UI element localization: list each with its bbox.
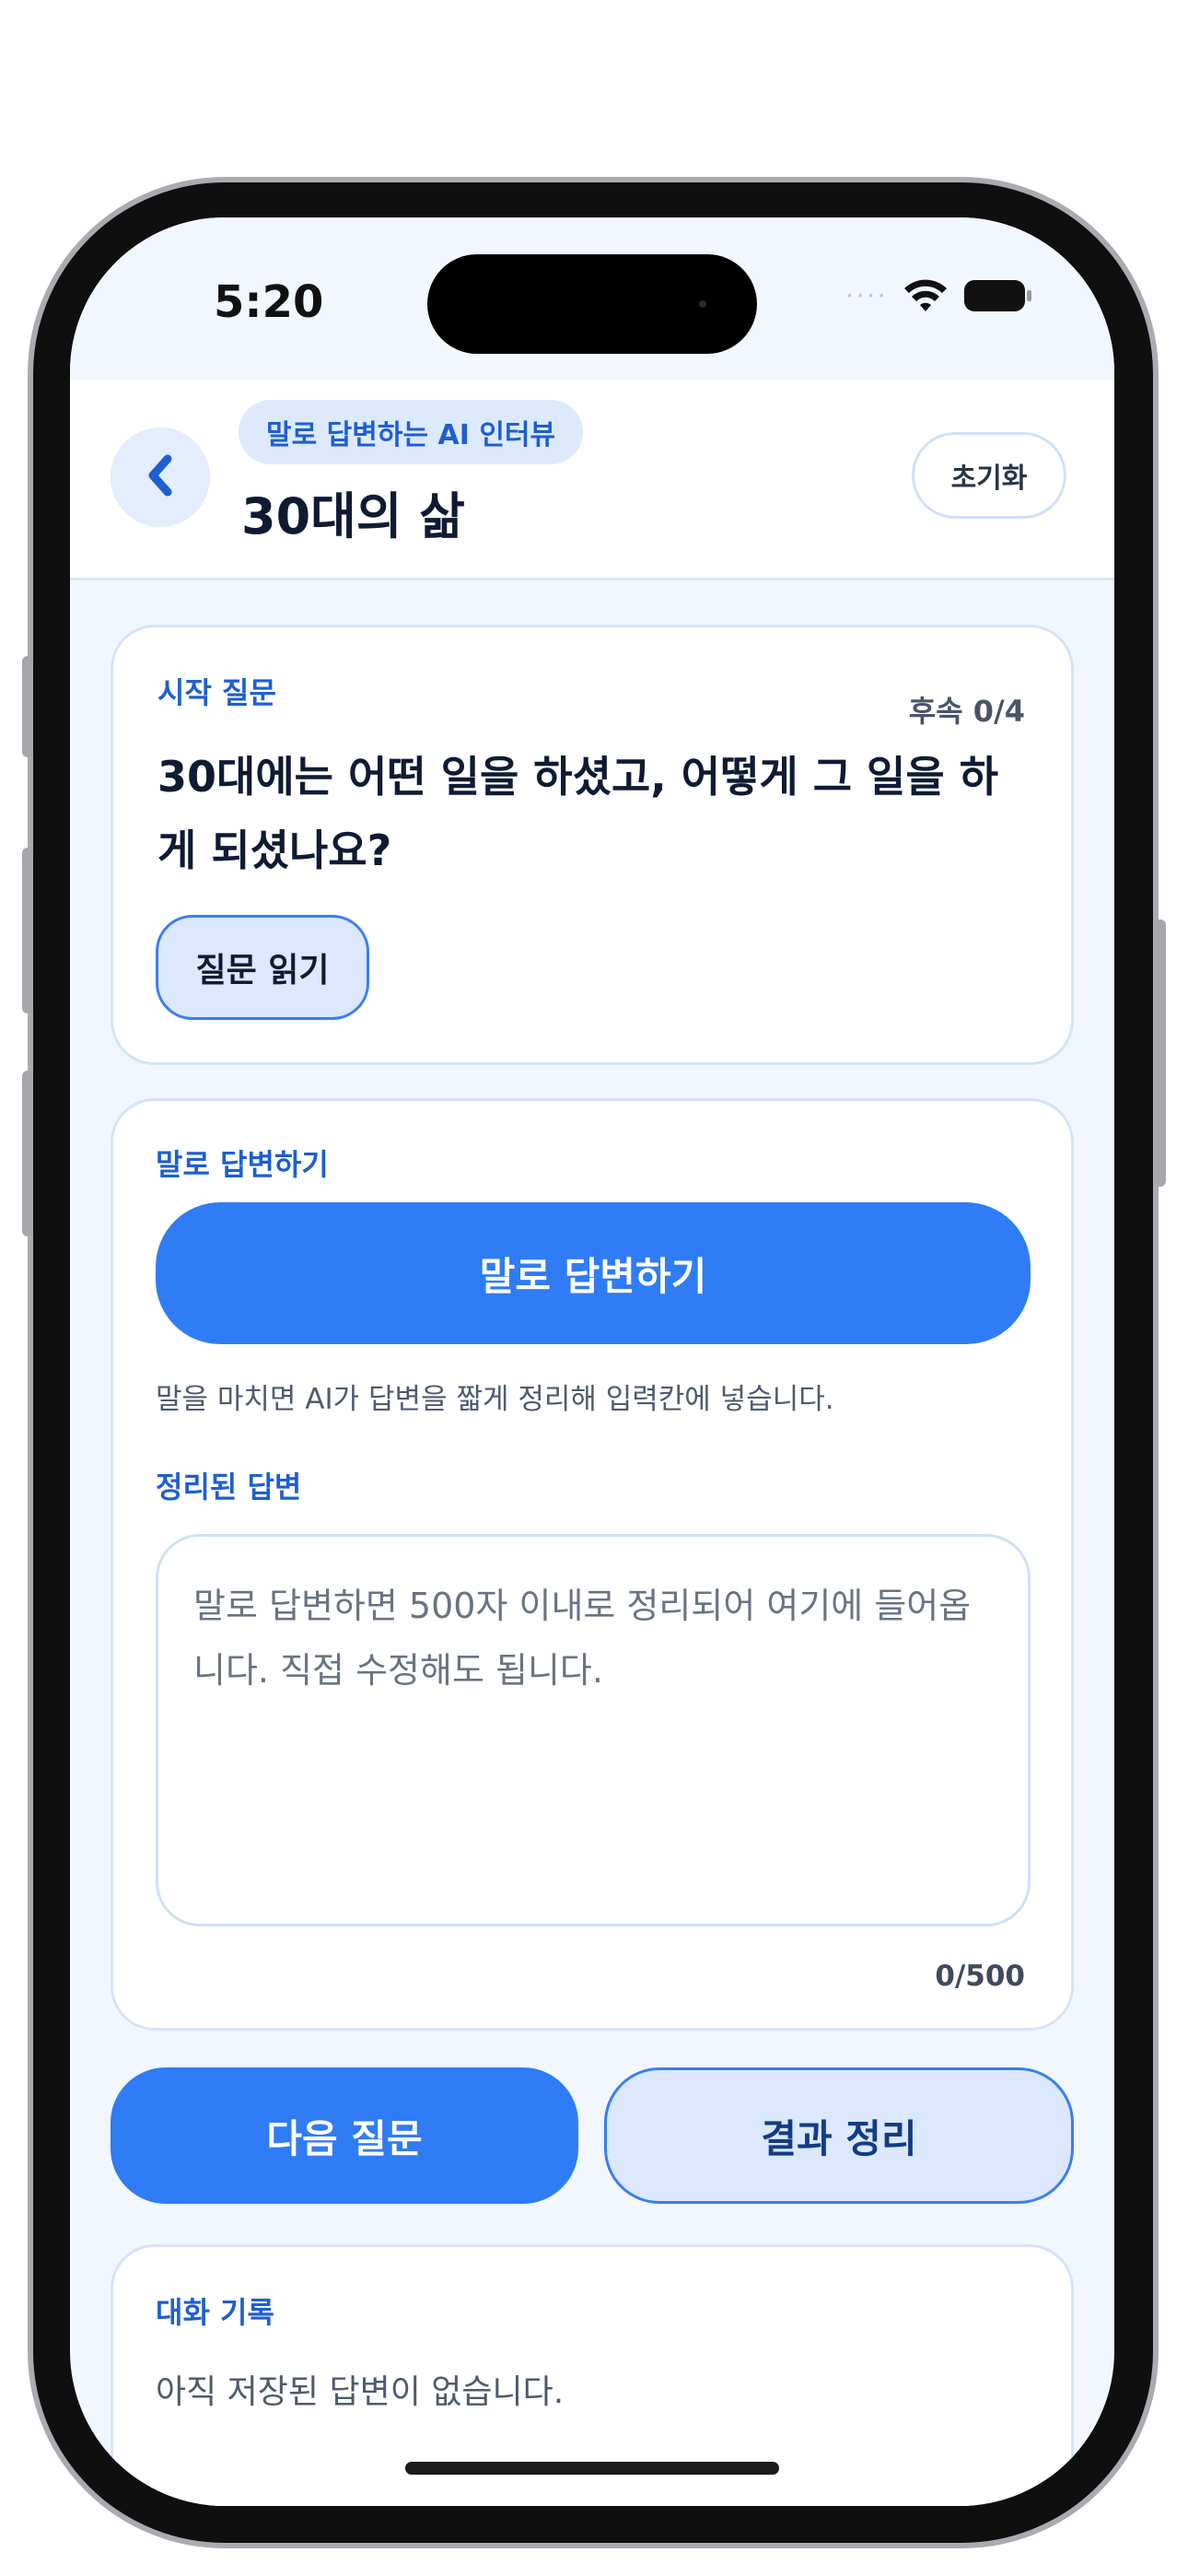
read-question-button[interactable]: 질문 읽기 <box>156 915 369 1020</box>
back-button[interactable] <box>111 427 210 527</box>
question-card: 시작 질문 후속 0/4 30대에는 어떤 일을 하셨고, 어떻게 그 일을 하… <box>111 625 1074 1065</box>
interview-badge: 말로 답변하는 AI 인터뷰 <box>239 400 584 464</box>
speak-answer-button[interactable]: 말로 답변하기 <box>156 1202 1031 1344</box>
home-indicator[interactable] <box>405 2462 779 2475</box>
answer-textarea[interactable]: 말로 답변하면 500자 이내로 정리되어 여기에 들어옵니다. 직접 수정해도… <box>156 1534 1031 1926</box>
speak-hint: 말을 마치면 AI가 답변을 짧게 정리해 입력칸에 넣습니다. <box>156 1383 834 1416</box>
char-count: 0/500 <box>935 1960 1025 1993</box>
reset-button[interactable]: 초기화 <box>912 432 1066 519</box>
dynamic-island <box>427 254 757 354</box>
followup-count: 후속 0/4 <box>908 694 1025 729</box>
status-time: 5:20 <box>214 276 324 328</box>
summarize-results-button[interactable]: 결과 정리 <box>604 2067 1074 2204</box>
volume-up-button <box>22 848 33 1013</box>
cellular-signal: ···· <box>844 279 888 312</box>
action-button <box>22 656 33 757</box>
page-title: 30대의 삶 <box>241 487 465 545</box>
volume-down-button <box>22 1071 33 1236</box>
answer-card: 말로 답변하기 말로 답변하기 말을 마치면 AI가 답변을 짧게 정리해 입력… <box>111 1098 1074 2031</box>
wifi-icon <box>903 278 949 313</box>
history-label: 대화 기록 <box>156 2295 274 2330</box>
summary-label: 정리된 답변 <box>156 1469 302 1505</box>
answer-section-label: 말로 답변하기 <box>156 1147 329 1182</box>
answer-placeholder: 말로 답변하면 500자 이내로 정리되어 여기에 들어옵니다. 직접 수정해도… <box>193 1586 972 1691</box>
status-bar: 5:20 ···· <box>70 217 1114 380</box>
app-screen: 5:20 ···· 말로 답변하는 AI 인터뷰 30대의 삶 초기화 시작 질… <box>70 217 1114 2506</box>
power-button <box>1155 919 1166 1187</box>
app-header: 말로 답변하는 AI 인터뷰 30대의 삶 초기화 <box>70 380 1114 580</box>
camera-dot <box>699 300 706 308</box>
chevron-left-icon <box>142 453 179 501</box>
status-icons: ···· <box>845 278 1033 313</box>
question-label: 시작 질문 <box>157 675 276 710</box>
next-question-button[interactable]: 다음 질문 <box>111 2067 578 2204</box>
question-text: 30대에는 어떤 일을 하셨고, 어떻게 그 일을 하게 되셨나요? <box>157 752 999 875</box>
battery-icon <box>963 278 1033 313</box>
history-empty-text: 아직 저장된 답변이 없습니다. <box>156 2373 565 2411</box>
